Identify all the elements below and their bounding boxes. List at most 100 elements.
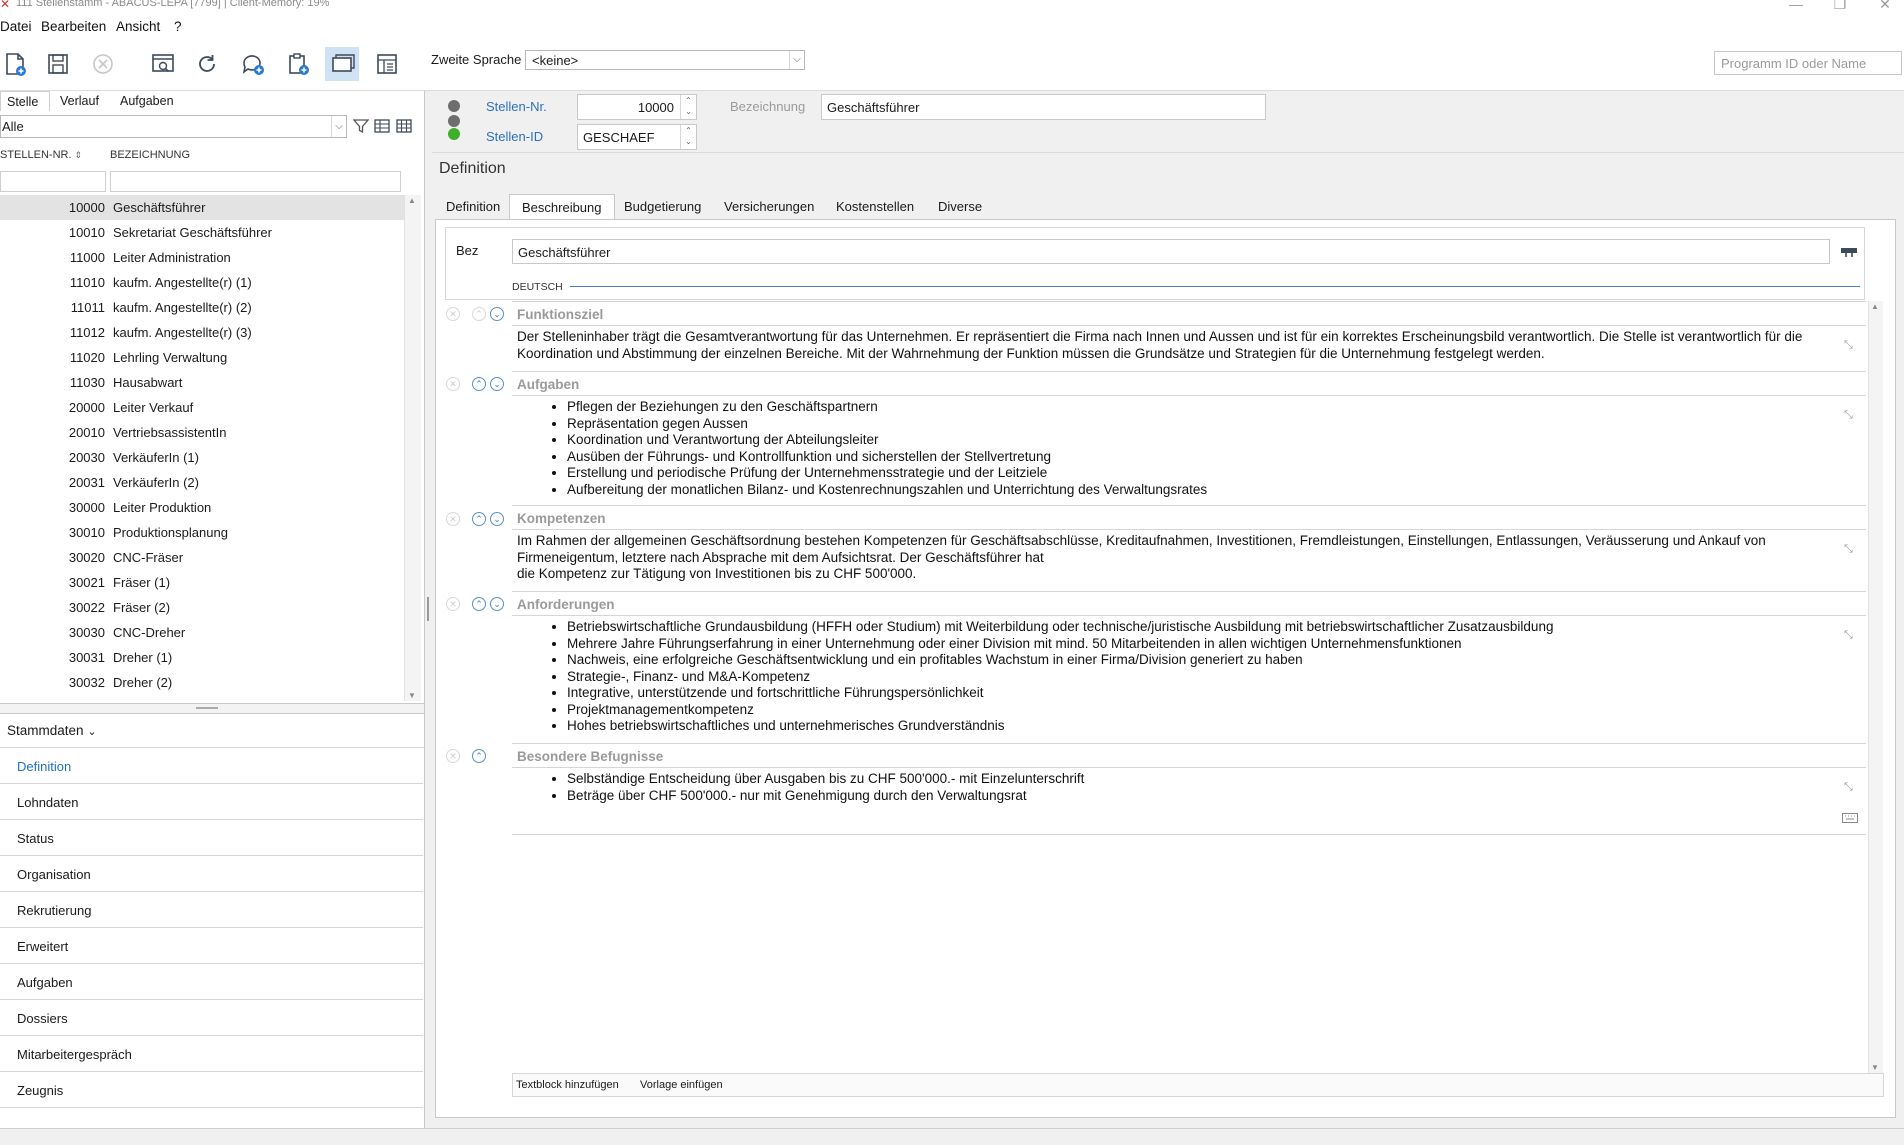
insert-template-button[interactable]: Vorlage einfügen <box>640 1079 723 1091</box>
column-header-bezeichnung[interactable]: BEZEICHNUNG <box>110 149 190 161</box>
scroll-down-icon[interactable]: ▼ <box>408 691 416 700</box>
move-up-icon[interactable]: ⌃ <box>472 512 486 526</box>
table-row[interactable]: 11010 kaufm. Angestellte(r) (1) <box>0 270 404 295</box>
expand-icon[interactable]: ⤡ <box>1844 629 1858 641</box>
menu-bearbeiten[interactable]: Bearbeiten <box>41 19 106 34</box>
nav-header[interactable]: Stammdaten ⌄ <box>7 723 97 738</box>
delete-icon[interactable]: ✕ <box>446 749 460 763</box>
table-row[interactable]: 30010 Produktionsplanung <box>0 520 404 545</box>
delete-icon[interactable]: ✕ <box>446 307 460 321</box>
table-row[interactable]: 11020 Lehrling Verwaltung <box>0 345 404 370</box>
filter-icon[interactable] <box>352 118 370 137</box>
splitter[interactable] <box>0 703 424 714</box>
tab-budgetierung[interactable]: Budgetierung <box>624 194 701 219</box>
tab-stelle[interactable]: Stelle <box>0 91 50 111</box>
filter-select[interactable]: Alle ⌵ <box>0 115 347 138</box>
minimize-icon[interactable]: — <box>1786 0 1806 12</box>
window-icon[interactable] <box>325 47 359 81</box>
nav-item-lohndaten[interactable]: Lohndaten <box>0 784 423 820</box>
filter-nr-input[interactable] <box>0 171 106 192</box>
move-up-icon[interactable]: ⌃ <box>472 597 486 611</box>
nav-item-status[interactable]: Status <box>0 820 423 856</box>
expand-icon[interactable]: ⤡ <box>1844 409 1858 421</box>
move-down-icon[interactable]: ⌄ <box>490 597 504 611</box>
move-down-icon[interactable]: ⌄ <box>490 512 504 526</box>
table-row[interactable]: 20030 VerkäuferIn (1) <box>0 445 404 470</box>
comment-icon[interactable] <box>236 47 270 81</box>
maximize-icon[interactable]: ❐ <box>1830 0 1850 13</box>
new-document-icon[interactable] <box>0 47 32 81</box>
list-scrollbar[interactable]: ▲ ▼ <box>404 195 421 701</box>
table-row[interactable]: 11011 kaufm. Angestellte(r) (2) <box>0 295 404 320</box>
close-icon[interactable]: ✕ <box>1875 0 1895 13</box>
add-textblock-button[interactable]: Textblock hinzufügen <box>516 1079 619 1091</box>
stellen-id-input[interactable]: GESCHAEF ⌃ ⌄ <box>577 124 697 150</box>
expand-icon[interactable]: ⤡ <box>1844 339 1858 351</box>
filter-bez-input[interactable] <box>110 171 401 192</box>
scroll-up-icon[interactable]: ▲ <box>408 196 416 205</box>
scroll-down-icon[interactable]: ▼ <box>1871 1063 1879 1072</box>
table-row[interactable]: 20031 VerkäuferIn (2) <box>0 470 404 495</box>
stellen-nr-input[interactable]: 10000 ⌃ ⌄ <box>577 94 697 120</box>
block-body-anforderungen[interactable]: Betriebswirtschaftliche Grundausbildung … <box>512 615 1866 742</box>
move-up-icon[interactable]: ⌃ <box>472 749 486 763</box>
table-row[interactable]: 20000 Leiter Verkauf <box>0 395 404 420</box>
content-scrollbar[interactable]: ▲ ▼ <box>1868 301 1883 1073</box>
nav-item-erweitert[interactable]: Erweitert <box>0 928 423 964</box>
table-row[interactable]: 10010 Sekretariat Geschäftsführer <box>0 220 404 245</box>
nav-item-zeugnis[interactable]: Zeugnis <box>0 1072 423 1108</box>
table-row[interactable]: 30022 Fräser (2) <box>0 595 404 620</box>
menu-datei[interactable]: Datei <box>0 19 32 34</box>
tab-definition[interactable]: Definition <box>446 194 500 219</box>
tab-versicherungen[interactable]: Versicherungen <box>724 194 814 219</box>
translate-icon[interactable] <box>1840 245 1858 262</box>
grid-icon[interactable] <box>396 118 412 137</box>
move-down-icon[interactable]: ⌄ <box>490 377 504 391</box>
tab-aufgaben-left[interactable]: Aufgaben <box>114 91 180 111</box>
bez-input[interactable]: Geschäftsführer <box>512 239 1830 264</box>
menu-help[interactable]: ? <box>174 19 182 34</box>
scroll-up-icon[interactable]: ▲ <box>1871 302 1879 311</box>
block-body-kompetenzen[interactable]: Im Rahmen der allgemeinen Geschäftsordnu… <box>512 529 1866 590</box>
vertical-splitter-handle[interactable] <box>427 597 429 621</box>
table-row[interactable]: 30000 Leiter Produktion <box>0 495 404 520</box>
table-row[interactable]: 11030 Hausabwart <box>0 370 404 395</box>
block-body-aufgaben[interactable]: Pflegen der Beziehungen zu den Geschäfts… <box>512 395 1866 504</box>
table-row[interactable]: 30020 CNC-Fräser <box>0 545 404 570</box>
table-row[interactable]: 11000 Leiter Administration <box>0 245 404 270</box>
nav-item-dossiers[interactable]: Dossiers <box>0 1000 423 1036</box>
table-row[interactable]: 30030 CNC-Dreher <box>0 620 404 645</box>
spinner-icon[interactable]: ⌃ ⌄ <box>680 125 696 149</box>
table-row[interactable]: 30032 Dreher (2) <box>0 670 404 695</box>
tab-diverse[interactable]: Diverse <box>938 194 982 219</box>
tab-kostenstellen[interactable]: Kostenstellen <box>836 194 914 219</box>
nav-item-organisation[interactable]: Organisation <box>0 856 423 892</box>
program-search-input[interactable]: Programm ID oder Name <box>1714 51 1902 75</box>
table-row[interactable]: 10000 Geschäftsführer <box>0 195 404 220</box>
expand-icon[interactable]: ⤡ <box>1844 781 1858 793</box>
table-row[interactable]: 20010 VertriebsassistentIn <box>0 420 404 445</box>
save-icon[interactable] <box>41 47 75 81</box>
delete-icon[interactable]: ✕ <box>446 377 460 391</box>
block-body-befugnisse[interactable]: Selbständige Entscheidung über Ausgaben … <box>512 767 1866 835</box>
delete-icon[interactable]: ✕ <box>446 512 460 526</box>
move-down-icon[interactable]: ⌄ <box>490 307 504 321</box>
tab-beschreibung[interactable]: Beschreibung <box>509 194 615 219</box>
preview-icon[interactable] <box>146 47 180 81</box>
keyboard-icon[interactable] <box>1842 811 1858 826</box>
block-body-funktionsziel[interactable]: Der Stelleninhaber trägt die Gesamtveran… <box>512 325 1866 370</box>
move-up-icon[interactable]: ⌃ <box>472 377 486 391</box>
bezeichnung-input[interactable]: Geschäftsführer <box>821 94 1266 120</box>
nav-item-definition[interactable]: Definition <box>0 748 423 784</box>
clipboard-icon[interactable] <box>281 47 315 81</box>
tab-verlauf[interactable]: Verlauf <box>54 91 105 111</box>
refresh-icon[interactable] <box>190 47 224 81</box>
nav-item-rekrutierung[interactable]: Rekrutierung <box>0 892 423 928</box>
nav-item-aufgaben[interactable]: Aufgaben <box>0 964 423 1000</box>
cancel-icon[interactable] <box>86 47 120 81</box>
columns-icon[interactable] <box>374 118 390 137</box>
layout-icon[interactable] <box>370 47 404 81</box>
expand-icon[interactable]: ⤡ <box>1844 543 1858 555</box>
nav-item-mitarbeitergespraech[interactable]: Mitarbeitergespräch <box>0 1036 423 1072</box>
move-up-icon[interactable]: ⌃ <box>472 307 486 321</box>
